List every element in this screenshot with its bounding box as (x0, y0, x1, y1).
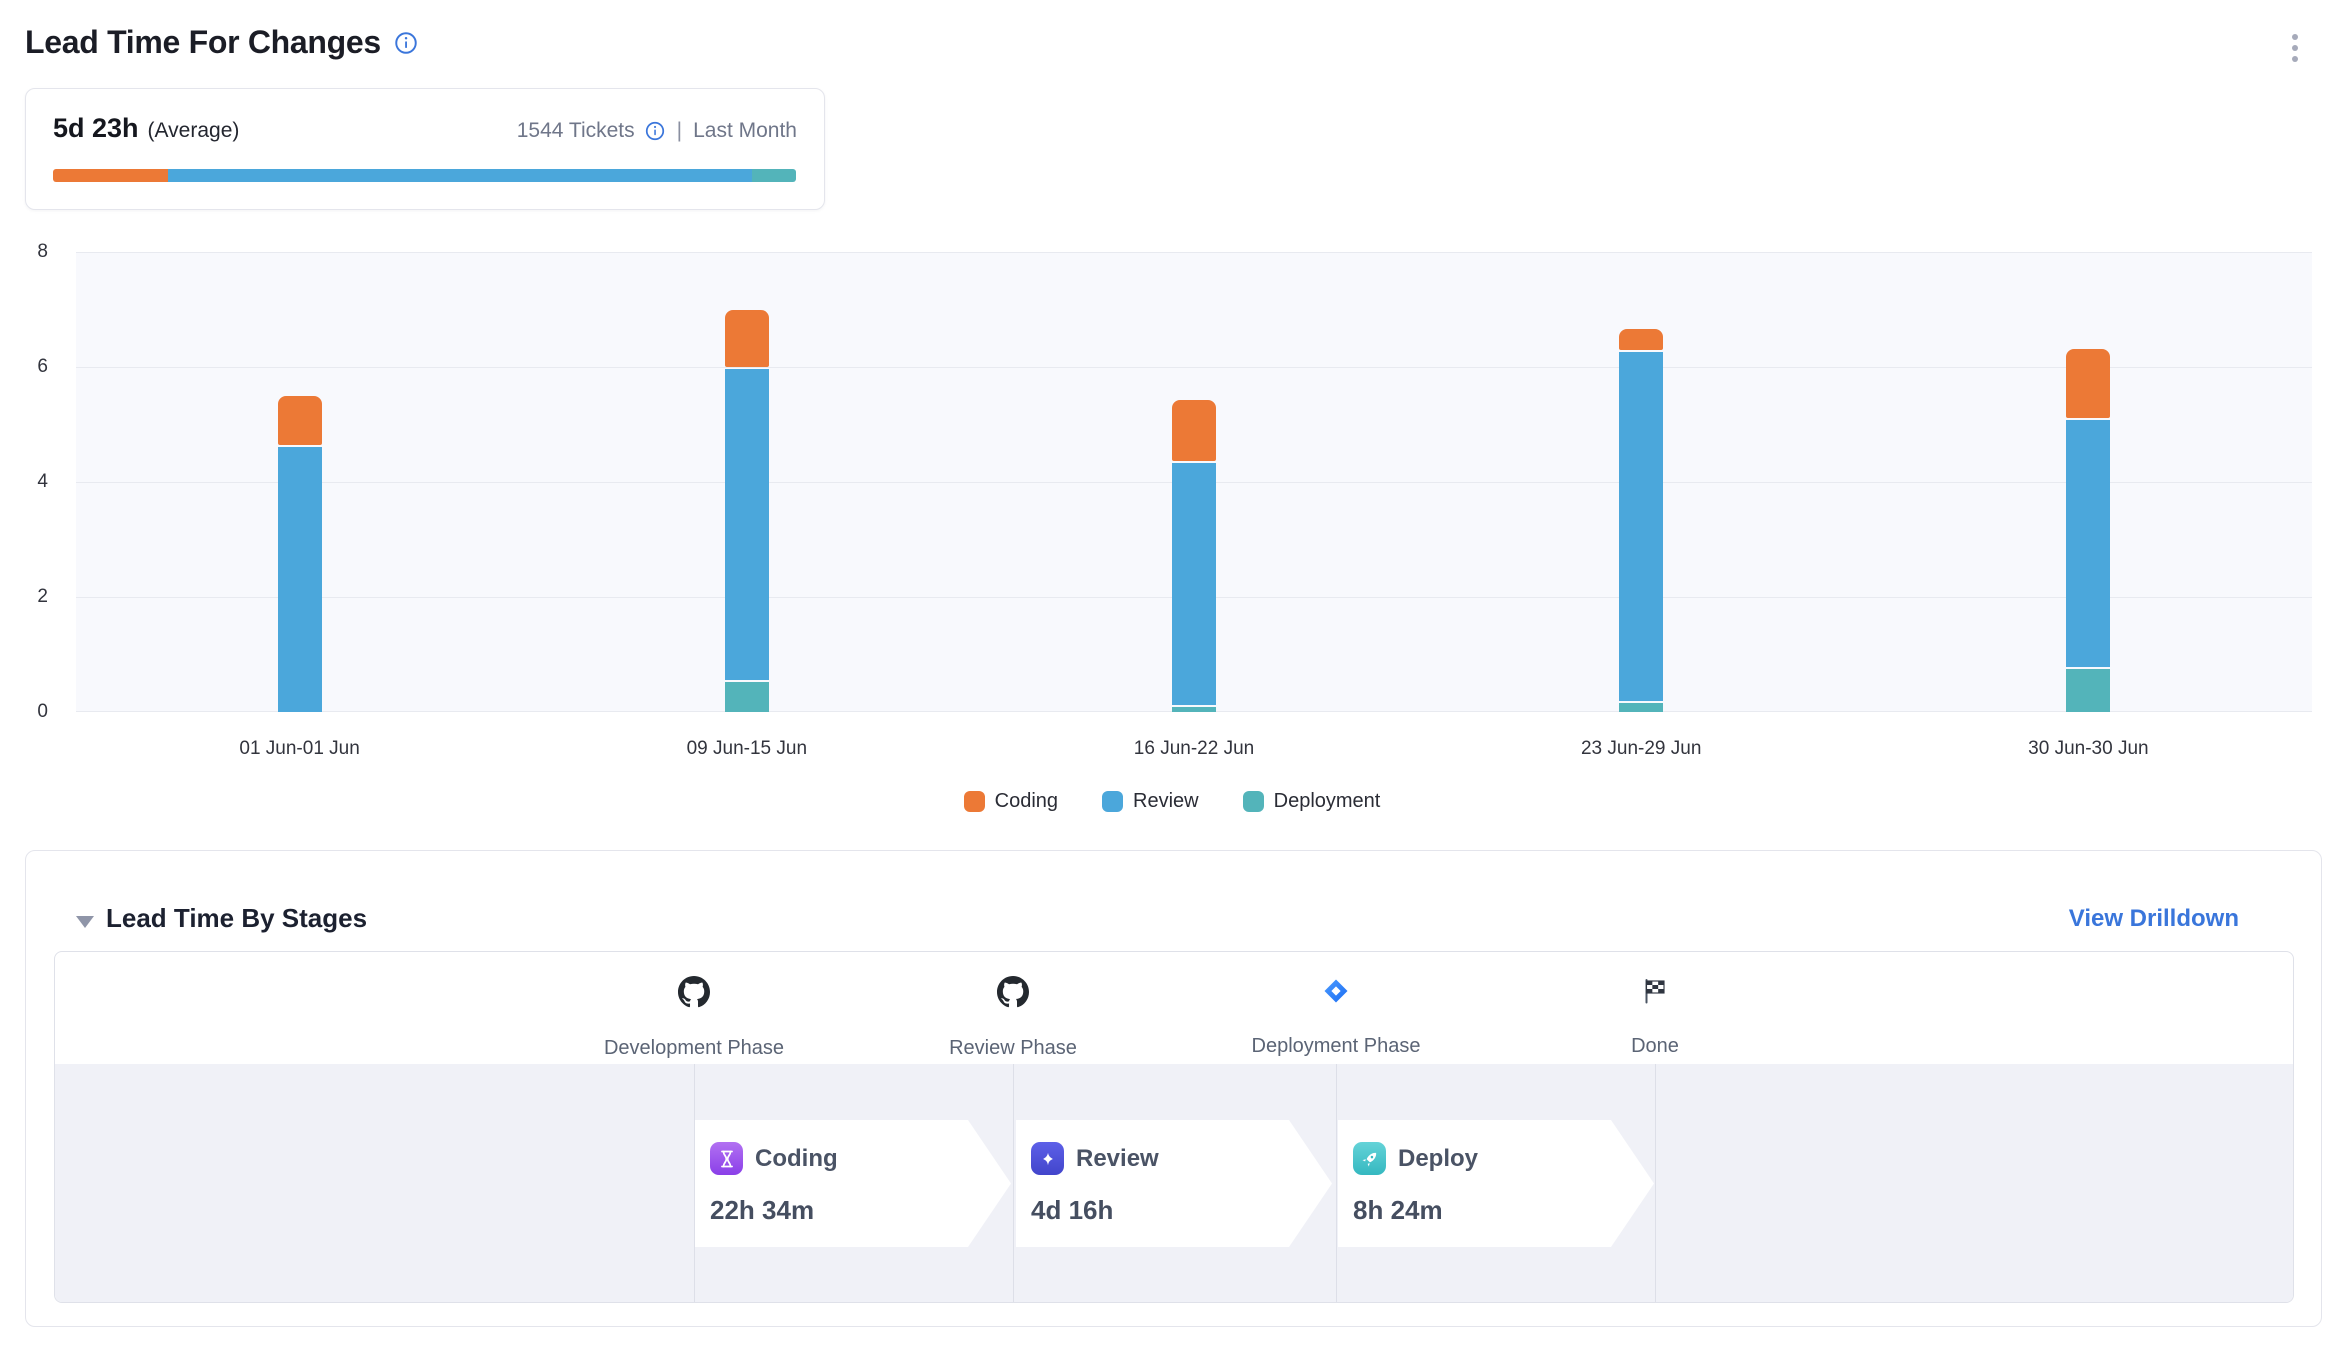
stages-table: Development PhaseReview PhaseDeployment … (54, 951, 2294, 1303)
bar-segment-deployment[interactable] (1619, 703, 1663, 713)
stage-card-header: Deploy (1353, 1142, 1654, 1175)
phase-header-done: Done (1495, 976, 1815, 1058)
phase-header-deployment-phase: Deployment Phase (1176, 976, 1496, 1058)
stages-title: Lead Time By Stages (106, 903, 367, 934)
jira-icon (1321, 976, 1351, 1008)
lead-time-by-stages-card: Lead Time By Stages View Drilldown Devel… (25, 850, 2322, 1327)
stage-card-header: Coding (710, 1142, 1011, 1175)
column-divider (1336, 1064, 1337, 1302)
summary-bar-segment-deployment (752, 169, 796, 182)
x-tick-label: 23 Jun-29 Jun (1581, 738, 1701, 760)
rocket-icon (1353, 1142, 1386, 1175)
bar-segment-coding[interactable] (1619, 329, 1663, 350)
bar-segment-review[interactable] (1172, 463, 1216, 705)
average-lead-time: 5d 23h (Average) (53, 113, 239, 144)
average-value: 5d 23h (53, 113, 139, 143)
bar-30 Jun-30 Jun[interactable] (2066, 252, 2110, 712)
stage-duration: 22h 34m (710, 1195, 1011, 1226)
legend-label: Review (1133, 790, 1199, 813)
legend-swatch-icon (1102, 791, 1123, 812)
y-tick-label: 2 (14, 586, 48, 608)
phase-label: Review Phase (853, 1037, 1173, 1060)
y-tick-label: 0 (14, 701, 48, 723)
bar-segment-deployment[interactable] (1172, 707, 1216, 712)
stage-name: Deploy (1398, 1145, 1478, 1173)
legend-item-review[interactable]: Review (1102, 790, 1199, 813)
y-tick-label: 8 (14, 241, 48, 263)
phase-label: Deployment Phase (1176, 1035, 1496, 1058)
stage-duration: 4d 16h (1031, 1195, 1332, 1226)
stage-duration: 8h 24m (1353, 1195, 1654, 1226)
hourglass-icon (710, 1142, 743, 1175)
bar-segment-coding[interactable] (2066, 349, 2110, 418)
separator: | (675, 119, 684, 143)
collapse-caret-icon[interactable] (76, 916, 94, 928)
stage-card-review[interactable]: Review 4d 16h (1016, 1120, 1332, 1247)
checkered-flag-icon (1640, 976, 1670, 1008)
stage-name: Review (1076, 1145, 1159, 1173)
y-tick-label: 4 (14, 471, 48, 493)
bar-segment-review[interactable] (2066, 420, 2110, 667)
bar-16 Jun-22 Jun[interactable] (1172, 252, 1216, 712)
tickets-count: 1544 Tickets (517, 119, 635, 143)
bar-09 Jun-15 Jun[interactable] (725, 252, 769, 712)
summary-bar-segment-coding (53, 169, 168, 182)
x-tick-label: 01 Jun-01 Jun (239, 738, 359, 760)
bar-segment-deployment[interactable] (2066, 669, 2110, 712)
bar-segment-review[interactable] (725, 369, 769, 680)
bar-01 Jun-01 Jun[interactable] (278, 252, 322, 712)
stages-table-body: Coding 22h 34m Review 4d 16h Deploy 8h 24m (55, 1064, 2293, 1302)
chart-legend: Coding Review Deployment (0, 790, 2344, 813)
legend-label: Coding (995, 790, 1058, 813)
legend-swatch-icon (964, 791, 985, 812)
x-tick-label: 30 Jun-30 Jun (2028, 738, 2148, 760)
phase-header-review-phase: Review Phase (853, 976, 1173, 1060)
legend-swatch-icon (1243, 791, 1264, 812)
summary-bar-segment-review (168, 169, 752, 182)
legend-item-deployment[interactable]: Deployment (1243, 790, 1381, 813)
page-title: Lead Time For Changes (25, 24, 381, 61)
lead-time-chart-plot (76, 252, 2312, 712)
view-drilldown-link[interactable]: View Drilldown (2069, 905, 2239, 933)
bar-segment-coding[interactable] (278, 396, 322, 445)
stage-card-header: Review (1031, 1142, 1332, 1175)
bar-segment-deployment[interactable] (725, 682, 769, 712)
column-divider (1013, 1064, 1014, 1302)
legend-label: Deployment (1274, 790, 1381, 813)
bar-segment-review[interactable] (1619, 352, 1663, 701)
x-tick-label: 09 Jun-15 Jun (687, 738, 807, 760)
phase-label: Done (1495, 1035, 1815, 1058)
stage-card-coding[interactable]: Coding 22h 34m (695, 1120, 1011, 1247)
phase-header-development-phase: Development Phase (534, 976, 854, 1060)
info-icon[interactable] (644, 120, 666, 142)
summary-card: 5d 23h (Average) 1544 Tickets | Last Mont… (25, 88, 825, 210)
kebab-menu-icon[interactable] (2288, 30, 2302, 66)
bar-23 Jun-29 Jun[interactable] (1619, 252, 1663, 712)
bar-segment-coding[interactable] (725, 310, 769, 368)
period-label: Last Month (693, 119, 797, 143)
x-tick-label: 16 Jun-22 Jun (1134, 738, 1254, 760)
github-icon (678, 976, 710, 1008)
sparkle-icon (1031, 1142, 1064, 1175)
info-icon[interactable] (393, 30, 419, 56)
bar-segment-coding[interactable] (1172, 400, 1216, 460)
stage-card-deploy[interactable]: Deploy 8h 24m (1338, 1120, 1654, 1247)
legend-item-coding[interactable]: Coding (964, 790, 1058, 813)
bar-segment-review[interactable] (278, 447, 322, 712)
column-divider (1655, 1064, 1656, 1302)
github-icon (997, 976, 1029, 1008)
summary-progress-bar (53, 169, 796, 182)
y-tick-label: 6 (14, 356, 48, 378)
phase-label: Development Phase (534, 1037, 854, 1060)
stage-name: Coding (755, 1145, 838, 1173)
column-divider (694, 1064, 695, 1302)
average-label: (Average) (148, 119, 240, 142)
page-header: Lead Time For Changes (25, 24, 419, 61)
